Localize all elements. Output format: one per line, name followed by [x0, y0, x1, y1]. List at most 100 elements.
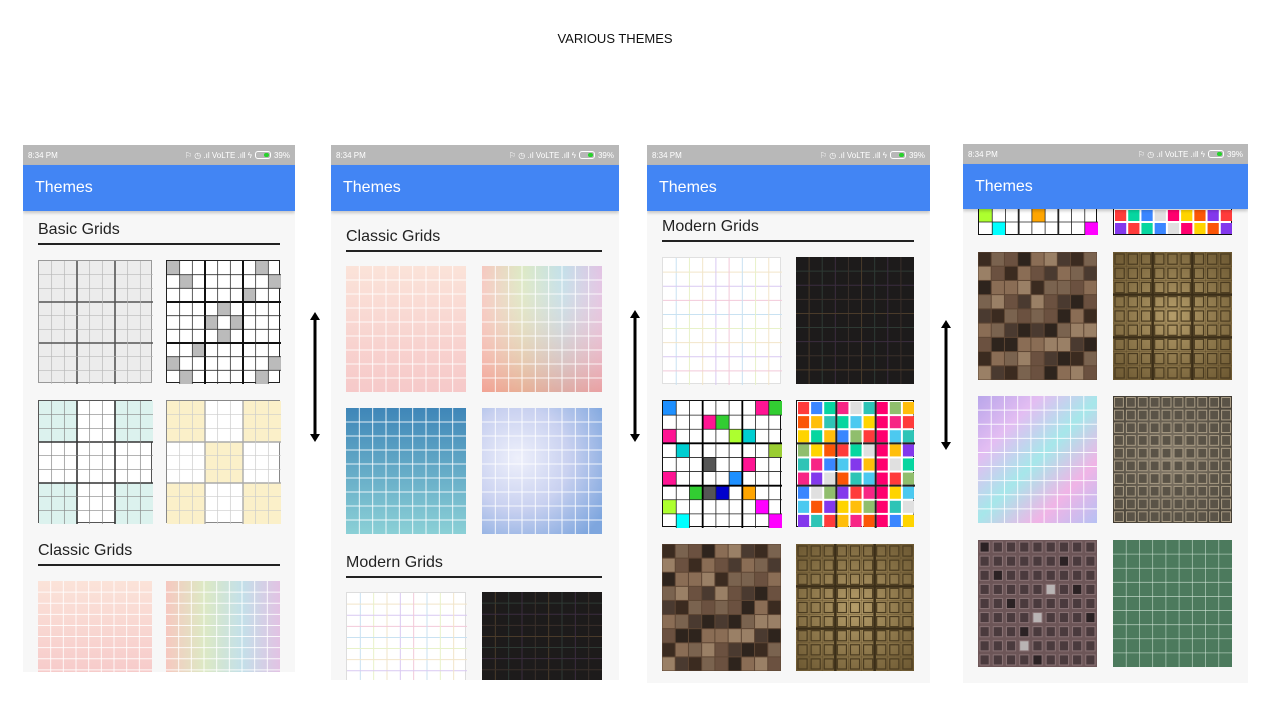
grid-thumbnail [1113, 540, 1232, 667]
battery-icon [889, 151, 906, 159]
status-indicators: ⚐ ◷ .ıl VoLTE .ıll ϟ [184, 150, 252, 160]
grid-thumbnail [663, 401, 782, 528]
theme-tile-modern-multicolor[interactable] [1113, 209, 1232, 235]
theme-tile-classic-ocean[interactable] [346, 408, 466, 534]
theme-tile-classic-peach[interactable] [346, 266, 466, 392]
grid-thumbnail [482, 266, 602, 392]
grid-thumbnail [167, 401, 281, 524]
app-bar: Themes [23, 165, 295, 211]
section-title-classic-grids: Classic Grids [38, 542, 133, 559]
theme-tile-classic-peach[interactable] [38, 581, 152, 672]
battery-icon [578, 151, 595, 159]
section-divider [38, 243, 280, 245]
grid-thumbnail [38, 581, 152, 672]
theme-tile-modern-sudoku-colors[interactable] [662, 400, 782, 528]
section-divider [346, 250, 602, 252]
theme-tile-basic-grey[interactable] [38, 260, 153, 384]
theme-tile-modern-chalkboard[interactable] [1113, 540, 1232, 667]
phone-screen-1: 8:34 PM ⚐ ◷ .ıl VoLTE .ıll ϟ 39% Themes B… [23, 145, 295, 672]
status-bar: 8:34 PM ⚐ ◷ .ıl VoLTE .ıll ϟ 39% [331, 145, 619, 165]
status-bar: 8:34 PM ⚐ ◷ .ıl VoLTE .ıll ϟ 39% [963, 144, 1248, 164]
phone-screen-3: 8:34 PM ⚐ ◷ .ıl VoLTE .ıll ϟ 39% Themes M… [647, 145, 930, 683]
grid-thumbnail [39, 261, 153, 384]
grid-thumbnail [978, 396, 1097, 523]
status-bar: 8:34 PM ⚐ ◷ .ıl VoLTE .ıll ϟ 39% [23, 145, 295, 165]
grid-thumbnail [167, 261, 281, 384]
section-title-classic-grids: Classic Grids [346, 228, 441, 245]
grid-thumbnail [482, 408, 602, 534]
grid-thumbnail [979, 209, 1098, 235]
battery-percent: 39% [908, 150, 925, 160]
status-bar: 8:34 PM ⚐ ◷ .ıl VoLTE .ıll ϟ 39% [647, 145, 930, 165]
theme-tile-modern-brick[interactable] [978, 540, 1097, 667]
grid-thumbnail [1115, 210, 1232, 234]
app-bar-title: Themes [35, 179, 93, 196]
app-bar: Themes [963, 164, 1248, 209]
theme-tile-modern-wood-blocks[interactable] [662, 544, 781, 671]
status-indicators: ⚐ ◷ .ıl VoLTE .ıll ϟ [508, 150, 576, 160]
grid-thumbnail [663, 258, 782, 385]
section-divider [38, 564, 280, 566]
theme-tile-modern-multicolor[interactable] [796, 400, 915, 528]
status-time: 8:34 PM [28, 150, 58, 160]
scroll-arrow-icon [940, 320, 952, 450]
grid-thumbnail [346, 408, 466, 534]
battery-percent: 39% [597, 150, 614, 160]
grid-thumbnail [797, 401, 915, 528]
grid-thumbnail [796, 257, 914, 384]
theme-tile-modern-dark[interactable] [482, 592, 602, 680]
grid-thumbnail [978, 252, 1097, 380]
section-title-basic-grids: Basic Grids [38, 221, 120, 238]
status-time: 8:34 PM [652, 150, 682, 160]
section-divider [662, 240, 914, 242]
theme-tile-basic-black[interactable] [166, 260, 281, 384]
theme-tile-basic-mint[interactable] [38, 400, 153, 524]
section-title-modern-grids: Modern Grids [662, 218, 759, 235]
grid-thumbnail [347, 593, 467, 680]
status-indicators: ⚐ ◷ .ıl VoLTE .ıll ϟ [1137, 149, 1205, 159]
grid-thumbnail [979, 541, 1096, 666]
theme-tile-classic-rainbow[interactable] [166, 581, 280, 672]
phone-screen-4: 8:34 PM ⚐ ◷ .ıl VoLTE .ıll ϟ 39% Themes [963, 144, 1248, 683]
themes-list[interactable]: Modern Grids [647, 211, 930, 683]
status-indicators: ⚐ ◷ .ıl VoLTE .ıll ϟ [819, 150, 887, 160]
theme-tile-modern-wood-blocks[interactable] [978, 252, 1097, 380]
app-bar: Themes [647, 165, 930, 211]
battery-icon [1207, 150, 1224, 158]
grid-thumbnail [39, 401, 153, 524]
theme-tile-modern-sudoku-colors[interactable] [978, 209, 1098, 235]
theme-tile-classic-watercolor[interactable] [482, 408, 602, 534]
grid-thumbnail [166, 581, 280, 672]
themes-list[interactable]: Basic Grids Classic Grids [23, 211, 295, 672]
grid-thumbnail [1114, 397, 1231, 523]
grid-thumbnail [482, 592, 602, 680]
theme-tile-modern-holographic[interactable] [978, 396, 1097, 523]
status-time: 8:34 PM [336, 150, 366, 160]
status-time: 8:34 PM [968, 149, 998, 159]
theme-tile-modern-tan-panels[interactable] [1113, 252, 1232, 380]
theme-tile-modern-dark[interactable] [796, 257, 914, 384]
battery-percent: 39% [273, 150, 290, 160]
section-title-modern-grids: Modern Grids [346, 554, 443, 571]
phone-screen-2: 8:34 PM ⚐ ◷ .ıl VoLTE .ıll ϟ 39% Themes C… [331, 145, 619, 680]
battery-percent: 39% [1226, 149, 1243, 159]
themes-list[interactable]: Classic Grids Modern Grids [331, 211, 619, 680]
theme-tile-basic-yellow[interactable] [166, 400, 281, 524]
app-bar-title: Themes [975, 177, 1033, 195]
theme-tile-modern-tan-panels[interactable] [796, 544, 914, 671]
scroll-arrow-icon [309, 312, 321, 442]
scroll-arrow-icon [629, 310, 641, 442]
theme-tile-modern-light[interactable] [662, 257, 782, 385]
theme-tile-modern-stone-panels[interactable] [1113, 396, 1232, 523]
section-divider [346, 576, 602, 578]
app-bar-title: Themes [343, 179, 401, 196]
theme-tile-modern-light[interactable] [346, 592, 467, 680]
grid-thumbnail [662, 544, 781, 671]
app-bar: Themes [331, 165, 619, 211]
battery-icon [254, 151, 271, 159]
grid-thumbnail [346, 266, 466, 392]
theme-tile-classic-rainbow[interactable] [482, 266, 602, 392]
themes-list[interactable] [963, 209, 1248, 683]
grid-thumbnail [1113, 252, 1232, 380]
app-bar-title: Themes [659, 179, 717, 196]
